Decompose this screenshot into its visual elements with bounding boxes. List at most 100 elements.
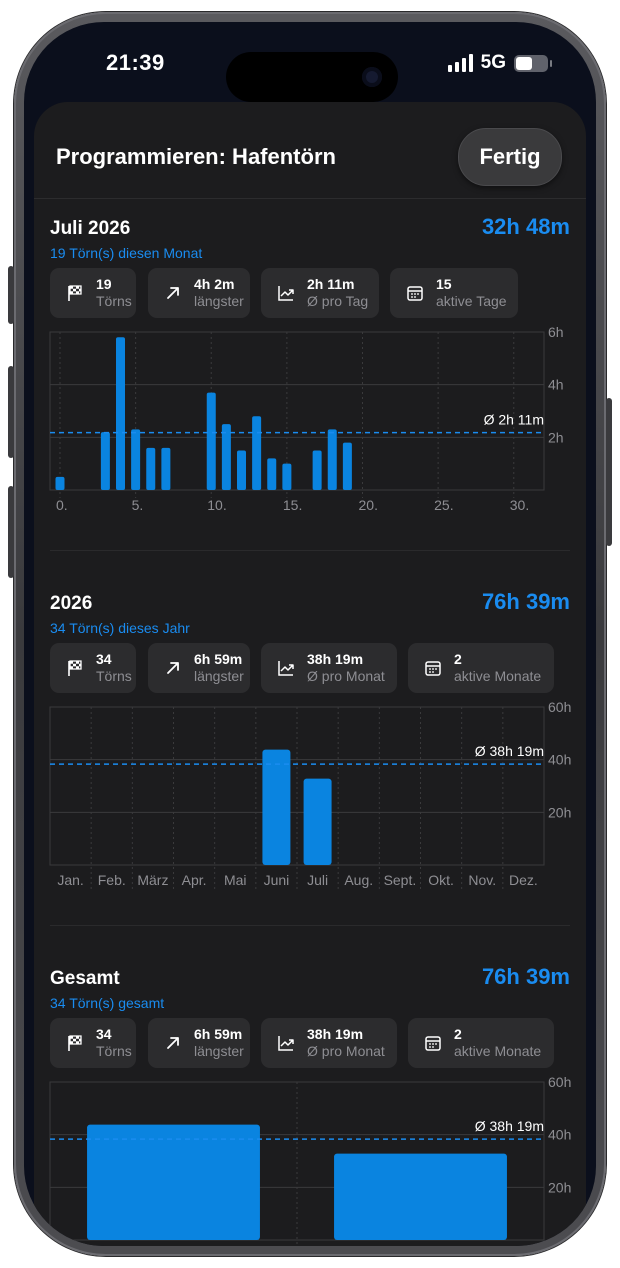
stat-value: 34 (96, 1026, 112, 1042)
y-tick-label: 2h (548, 429, 564, 445)
arrow-up-right-icon (160, 1030, 186, 1056)
section-total: 32h 48m (481, 214, 570, 239)
x-tick-label: Aug. (344, 872, 373, 888)
bar (206, 392, 216, 490)
stat-card-average: 2h 11m Ø pro Tag (261, 268, 379, 318)
status-bar: 21:39 5G (24, 22, 596, 102)
calendar-icon (420, 655, 446, 681)
sheet-header: Programmieren: Hafentörn Fertig (34, 102, 586, 199)
stat-value: 34 (96, 651, 112, 667)
arrow-up-right-icon (160, 655, 186, 681)
stat-label: Ø pro Monat (307, 1043, 385, 1059)
section-header: 2026 34 Törn(s) dieses Jahr 76h 39m (50, 583, 570, 636)
section-total: 76h 39m (481, 964, 570, 989)
bar (282, 463, 292, 490)
done-button[interactable]: Fertig (458, 128, 562, 186)
bar (334, 1153, 507, 1240)
bar (221, 424, 231, 490)
stat-label: aktive Monate (454, 1043, 542, 1059)
network-type: 5G (480, 52, 506, 73)
stat-value: 2 (454, 1026, 462, 1042)
year-bar-chart: 60h 40h 20h Jan. Feb. März Apr. Mai Juni Juli Aug.… (49, 699, 571, 889)
stat-label: längster (194, 1043, 244, 1059)
bar (252, 416, 262, 490)
x-tick-label: 0. (56, 497, 68, 513)
stat-label: längster (194, 668, 244, 684)
stat-label: längster (194, 293, 244, 309)
cellular-signal-icon (447, 54, 473, 72)
calendar-icon (420, 1030, 446, 1056)
x-tick-label: 20. (359, 497, 378, 513)
x-tick-label: März (137, 872, 168, 888)
x-tick-label: Jan. (57, 872, 83, 888)
x-tick-label: 15. (283, 497, 302, 513)
bar (146, 447, 156, 490)
stat-value: 6h 59m (194, 651, 243, 667)
y-tick-label: 60h (548, 699, 571, 715)
stat-card-trips: 34 Törns (50, 1018, 136, 1068)
bar (303, 778, 332, 865)
x-tick-label: 10. (207, 497, 226, 513)
stat-card-longest: 6h 59m längster (148, 1018, 250, 1068)
section-header: Gesamt 34 Törn(s) gesamt 76h 39m (50, 958, 570, 1011)
volume-down-button (8, 486, 14, 578)
bar (267, 458, 277, 490)
stat-value: 15 (436, 276, 452, 292)
y-tick-label: 4h (548, 377, 564, 393)
x-tick-label: Feb. (98, 872, 126, 888)
section-title: Gesamt (50, 968, 120, 989)
y-tick-label: 40h (548, 1127, 571, 1143)
x-tick-label: 30. (510, 497, 529, 513)
stats-sheet: Programmieren: Hafentörn Fertig Juli 202… (34, 102, 586, 1246)
y-tick-label: 60h (548, 1074, 571, 1090)
x-tick-label: Juli (307, 872, 328, 888)
screen: 21:39 5G Programmieren: Hafentörn Fertig… (24, 22, 596, 1246)
trend-chart-icon (273, 655, 299, 681)
bar (87, 1124, 260, 1240)
total-bar-chart: 60h 40h 20h Ø 38h 19m (49, 1074, 571, 1246)
stat-card-active: 2 aktive Monate (408, 1018, 554, 1068)
stat-card-longest: 4h 2m längster (148, 268, 250, 318)
section-month: Juli 2026 19 Törn(s) diesen Monat 32h 48… (49, 208, 570, 513)
average-label: Ø 38h 19m (475, 743, 544, 759)
bar (100, 432, 110, 490)
stat-label: aktive Tage (436, 293, 507, 309)
x-tick-label: Sept. (384, 872, 417, 888)
stat-card-trips: 34 Törns (50, 643, 136, 693)
stat-value: 2h 11m (307, 276, 355, 292)
bar (312, 450, 322, 490)
stat-label: Ø pro Monat (307, 668, 385, 684)
x-tick-label: Nov. (468, 872, 496, 888)
section-subtitle: 34 Törn(s) gesamt (50, 995, 165, 1011)
flag-checkered-icon (62, 280, 88, 306)
power-button (606, 398, 612, 546)
flag-checkered-icon (62, 1030, 88, 1056)
section-subtitle: 19 Törn(s) diesen Monat (50, 245, 203, 261)
y-tick-label: 40h (548, 752, 571, 768)
x-tick-label: Juni (264, 872, 290, 888)
sheet-title: Programmieren: Hafentörn (56, 144, 336, 169)
x-tick-label: Dez. (509, 872, 538, 888)
stat-card-active: 2 aktive Monate (408, 643, 554, 693)
stat-value: 6h 59m (194, 1026, 243, 1042)
month-bar-chart: 6h 4h 2h 0. 5. 10. 15. 20. 25. 30. Ø 2h 11m (49, 324, 564, 513)
section-header: Juli 2026 19 Törn(s) diesen Monat 32h 48… (50, 208, 570, 261)
section-year: 2026 34 Törn(s) dieses Jahr 76h 39m 34 Tö… (49, 583, 571, 889)
stat-card-trips: 19 Törns (50, 268, 136, 318)
status-time: 21:39 (106, 50, 165, 75)
x-tick-label: Apr. (182, 872, 207, 888)
front-camera-icon (362, 67, 382, 87)
stat-label: Törns (96, 668, 132, 684)
status-indicators: 5G (447, 52, 552, 74)
average-label: Ø 2h 11m (484, 412, 544, 428)
flag-checkered-icon (62, 655, 88, 681)
x-tick-label: 5. (132, 497, 144, 513)
action-button (8, 266, 14, 324)
bar (161, 447, 171, 490)
stat-card-active: 15 aktive Tage (390, 268, 518, 318)
battery-icon (514, 54, 552, 72)
dynamic-island (226, 52, 398, 102)
section-title: Juli 2026 (50, 218, 131, 239)
section-divider (50, 925, 570, 926)
y-tick-label: 20h (548, 804, 571, 820)
